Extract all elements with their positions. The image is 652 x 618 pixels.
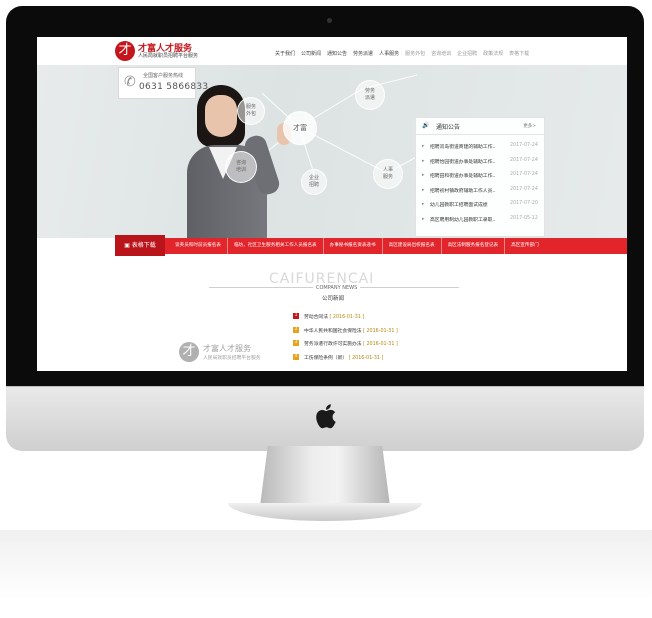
nav-item-8[interactable]: 政策法规 — [483, 50, 503, 60]
notice-item-title: 高区聘用制幼儿园教职工录取… — [430, 217, 496, 223]
monitor-base — [228, 503, 422, 521]
notice-item-date: 2017-07-24 — [510, 186, 538, 192]
camera-dot — [327, 18, 332, 23]
download-link[interactable]: 办事秘书报名资表递书 — [322, 238, 382, 254]
news-item-text: 中华人民共和国社会保险法 [ 2016-01-31 ] — [304, 328, 398, 334]
table-download-tab[interactable]: ▣ 表格下载 — [115, 235, 165, 256]
news-item[interactable]: 4 工伤保险条例（新） [ 2016-01-31 ] — [293, 352, 453, 366]
news-item-title: 劳务派遣行政许可实施办法 — [304, 342, 362, 347]
notice-item[interactable]: ▸ 幼儿园教职工招聘面试成绩 2017-07-20 — [422, 198, 540, 213]
nav-item-2[interactable]: 通知公告 — [327, 50, 347, 60]
site-header: 才 才富人才服务 人民局就职员招聘平台服务 关于我们 公司新闻 通知公告 劳务派遣 人事… — [37, 37, 627, 65]
notice-item-title: 招聘初村镇政府辅助工作人员… — [430, 188, 496, 194]
download-link[interactable]: 高区宣传部门 — [504, 238, 545, 254]
notice-item-title: 招聘怡园街道办事处辅助工作… — [430, 159, 496, 165]
logo-mark-icon: 才 — [115, 41, 135, 61]
notice-item-title: 招聘双岛街道商建的辅助工作… — [430, 145, 496, 150]
notice-item[interactable]: ▸ 高区聘用制幼儿园教职工录取… 2017-05-12 — [422, 213, 540, 228]
bubble-hr[interactable]: 人事 服务 — [373, 159, 403, 189]
news-item-number: 3 — [293, 340, 299, 346]
nav-item-1[interactable]: 公司新闻 — [301, 50, 321, 60]
news-title-en: COMPANY NEWS — [313, 285, 361, 291]
hotline-label: 全国客户服务热线 — [143, 73, 184, 79]
floor-reflection — [0, 530, 652, 600]
monitor-stand — [260, 446, 390, 506]
notice-item[interactable]: ▸ 招聘初村镇政府辅助工作人员… 2017-07-24 — [422, 184, 540, 199]
main-nav: 关于我们 公司新闻 通知公告 劳务派遣 人事服务 服务外包 咨询培训 企业招聘 政策法规 表格下载 — [275, 50, 529, 60]
footer-logo: 才 才富人才服务 人民局就职员招聘平台服务 — [179, 342, 269, 364]
bubble-outsourcing[interactable]: 服务 外包 — [237, 97, 265, 125]
logo-subtitle: 人民局就职员招聘平台服务 — [138, 53, 199, 59]
nav-item-9[interactable]: 表格下载 — [509, 50, 529, 60]
news-item[interactable]: 2 中华人民共和国社会保险法 [ 2016-01-31 ] — [293, 325, 453, 339]
news-item-text: 劳务派遣行政许可实施办法 [ 2016-01-31 ] — [304, 342, 398, 347]
notice-item-date: 2017-07-24 — [510, 143, 538, 148]
hero-banner: ✆ 全国客户服务热线 0631 5866833 服务 外包 劳务 派遣 才富 咨… — [37, 65, 627, 238]
notice-more-link[interactable]: 更多> — [523, 123, 536, 129]
news-item-title: 工伤保险条例（新） — [304, 355, 348, 361]
news-item-text: 劳动合同法 [ 2016-01-31 ] — [304, 315, 365, 320]
nav-item-4[interactable]: 人事服务 — [379, 50, 399, 60]
bullet-icon: ▸ — [422, 202, 425, 208]
phone-icon: ✆ — [124, 74, 136, 90]
news-item-text: 工伤保险条例（新） [ 2016-01-31 ] — [304, 355, 384, 361]
news-item-date: 2016-01-31 — [332, 315, 361, 320]
download-links: 谈英员和时前员报名表 临坊，社区卫生服务相关工作人员报名表 办事秘书报名资表递书 高区… — [169, 238, 545, 254]
notice-title: 通知公告 — [436, 124, 461, 131]
bullet-icon: ▸ — [422, 158, 425, 164]
download-icon: ▣ — [124, 242, 130, 249]
download-link[interactable]: 高区建设局出校报名表 — [381, 238, 441, 254]
bullet-icon: ▸ — [422, 187, 425, 193]
website-screen: 才 才富人才服务 人民局就职员招聘平台服务 关于我们 公司新闻 通知公告 劳务派遣 人事… — [37, 37, 627, 371]
bullet-icon: ▸ — [422, 216, 425, 222]
notice-item-date: 2017-05-12 — [510, 215, 538, 221]
bullet-icon: ▸ — [422, 144, 425, 149]
news-item-date: 2016-01-31 — [352, 355, 380, 361]
notice-list: ▸ 招聘双岛街道商建的辅助工作… 2017-07-24 ▸ 招聘怡园街道办事处辅助工作…… — [422, 140, 540, 228]
notice-item-date: 2017-07-24 — [510, 157, 538, 163]
news-item-number: 1 — [293, 313, 299, 319]
download-link[interactable]: 高区法制服务报名登记表 — [440, 238, 505, 254]
news-title-cn: 公司新闻 — [322, 296, 345, 302]
bubble-main[interactable]: 才富 — [283, 111, 317, 145]
news-list: 1 劳动合同法 [ 2016-01-31 ] 2 中华人民共和国社会保险法 [ 201… — [293, 311, 453, 365]
speaker-icon: 🔊 — [422, 122, 430, 129]
bubble-dispatch[interactable]: 劳务 派遣 — [355, 80, 385, 110]
notice-panel: 🔊 通知公告 更多> ▸ 招聘双岛街道商建的辅助工作… 2017-07-24 ▸ 招聘怡… — [415, 117, 545, 237]
news-item-date: 2016-01-31 — [366, 342, 395, 347]
bubble-recruit[interactable]: 企业 招聘 — [301, 169, 327, 195]
footer-logo-mark-icon: 才 — [179, 342, 199, 362]
notice-item[interactable]: ▸ 招聘田和街道办事处辅助工作… 2017-07-24 — [422, 169, 540, 184]
notice-item[interactable]: ▸ 招聘怡园街道办事处辅助工作… 2017-07-24 — [422, 155, 540, 170]
nav-item-7[interactable]: 企业招聘 — [457, 50, 477, 60]
apple-logo-icon — [310, 402, 340, 436]
news-item[interactable]: 3 劳务派遣行政许可实施办法 [ 2016-01-31 ] — [293, 338, 453, 352]
nav-item-6[interactable]: 咨询培训 — [431, 50, 451, 60]
nav-item-3[interactable]: 劳务派遣 — [353, 50, 373, 60]
table-download-label: 表格下载 — [131, 242, 156, 249]
footer-logo-name: 才富人才服务 — [203, 344, 251, 353]
nav-item-0[interactable]: 关于我们 — [275, 50, 295, 60]
notice-item-date: 2017-07-24 — [510, 172, 538, 178]
download-link[interactable]: 临坊，社区卫生服务相关工作人员报名表 — [226, 238, 323, 254]
bubble-training[interactable]: 咨询 培训 — [225, 151, 257, 183]
bullet-icon: ▸ — [422, 173, 425, 179]
news-item-title: 劳动合同法 — [304, 315, 328, 320]
download-link[interactable]: 谈英员和时前员报名表 — [169, 238, 227, 254]
footer-logo-subtitle: 人民局就职员招聘平台服务 — [203, 356, 261, 361]
site-logo[interactable]: 才 才富人才服务 人民局就职员招聘平台服务 — [115, 41, 235, 63]
nav-item-5[interactable]: 服务外包 — [405, 50, 425, 60]
news-item-date: 2016-01-31 — [366, 328, 395, 334]
notice-item[interactable]: ▸ 招聘双岛街道商建的辅助工作… 2017-07-24 — [422, 140, 540, 155]
notice-item-date: 2017-07-20 — [510, 201, 538, 207]
notice-header: 🔊 通知公告 更多> — [416, 118, 544, 135]
news-item[interactable]: 1 劳动合同法 [ 2016-01-31 ] — [293, 311, 453, 325]
imac-monitor: 才 才富人才服务 人民局就职员招聘平台服务 关于我们 公司新闻 通知公告 劳务派遣 人事… — [6, 6, 644, 451]
news-item-number: 2 — [293, 326, 299, 333]
news-item-title: 中华人民共和国社会保险法 — [304, 328, 362, 334]
hotline-box: ✆ 全国客户服务热线 0631 5866833 — [118, 67, 208, 99]
notice-item-title: 招聘田和街道办事处辅助工作… — [430, 174, 496, 180]
notice-item-title: 幼儿园教职工招聘面试成绩 — [430, 203, 488, 209]
news-item-number: 4 — [293, 353, 299, 360]
